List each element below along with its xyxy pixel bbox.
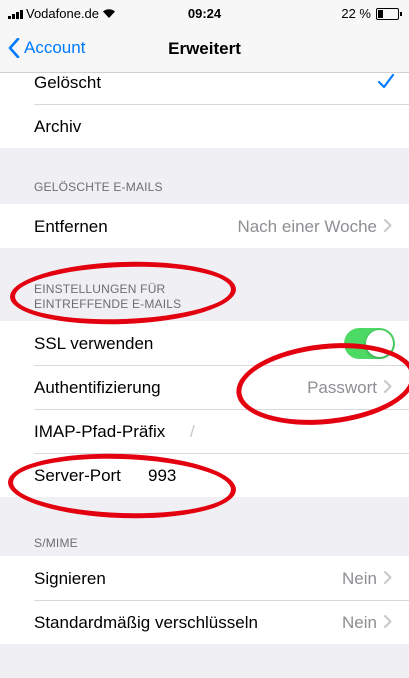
row-label: Authentifizierung [34,378,161,397]
battery-icon [376,7,402,20]
row-value: Nein [342,569,377,588]
row-label: Signieren [34,569,106,588]
chevron-right-icon [384,615,392,628]
navigation-bar: Account Erweitert [0,26,409,73]
smime-group: Signieren Nein Standardmäßig verschlüsse… [0,556,409,644]
list-item-geloescht[interactable]: Gelöscht [0,73,409,104]
section-header-smime: S/MIME [34,536,78,550]
deleted-mails-group: Entfernen Nach einer Woche [0,204,409,248]
row-label: Standardmäßig verschlüsseln [34,613,258,632]
row-value: Nein [342,613,377,632]
status-bar: Vodafone.de 09:24 22 % [0,0,409,26]
row-label: Archiv [34,117,82,136]
chevron-right-icon [384,219,392,232]
imap-prefix-input[interactable]: / [190,422,195,442]
sign-row[interactable]: Signieren Nein [0,556,409,600]
row-value: Nach einer Woche [237,217,377,236]
annotation-circle-incoming-header [8,258,238,328]
remove-setting-row[interactable]: Entfernen Nach einer Woche [0,204,409,248]
checkmark-icon [377,73,395,89]
battery-info: 22 % [341,6,402,21]
encrypt-by-default-row[interactable]: Standardmäßig verschlüsseln Nein [0,600,409,644]
mailbox-behavior-group: Gelöscht Archiv [0,73,409,148]
chevron-right-icon [384,571,392,584]
section-header-deleted-mails: GELÖSCHTE E-MAILS [34,180,163,194]
page-title: Erweitert [168,39,241,58]
list-item-archiv[interactable]: Archiv [0,104,409,148]
row-label: Entfernen [34,217,108,236]
battery-percentage: 22 % [341,6,371,21]
row-label: SSL verwenden [34,334,154,353]
row-label: Gelöscht [34,73,102,92]
row-label: IMAP-Pfad-Präfix [34,422,166,441]
